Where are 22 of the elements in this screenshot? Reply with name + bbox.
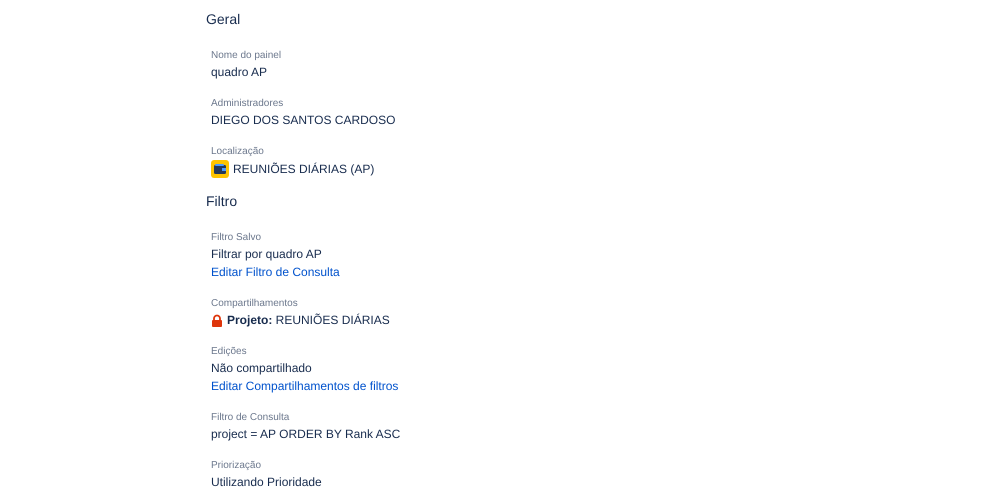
project-name: REUNIÕES DIÁRIAS (AP) — [233, 162, 374, 176]
field-label: Compartilhamentos — [211, 297, 298, 311]
field-value: project = AP ORDER BY Rank ASC — [211, 427, 400, 441]
edit-link[interactable]: Editar Compartilhamentos de filtros — [211, 379, 398, 393]
field-label: Priorização — [211, 459, 262, 473]
field-value: DIEGO DOS SANTOS CARDOSO — [211, 113, 396, 127]
lock-icon — [211, 314, 223, 326]
section-heading: Geral — [206, 10, 240, 29]
share-text: Projeto: REUNIÕES DIÁRIAS — [227, 313, 390, 327]
field-label: Localização — [211, 145, 264, 159]
field-label: Edições — [211, 345, 247, 359]
field-label: Filtro de Consulta — [211, 411, 290, 425]
edit-link[interactable]: Editar Filtro de Consulta — [211, 265, 340, 279]
field-label: Filtro Salvo — [211, 231, 262, 245]
section-heading: Filtro — [206, 192, 238, 211]
field-value: Não compartilhado — [211, 361, 312, 375]
field-value: Filtrar por quadro AP — [211, 247, 322, 261]
field-label: Administradores — [211, 97, 284, 111]
field-value: Utilizando Prioridade — [211, 475, 322, 489]
wallet-icon — [211, 160, 229, 178]
field-value: quadro AP — [211, 65, 268, 79]
field-label: Nome do painel — [211, 49, 282, 63]
